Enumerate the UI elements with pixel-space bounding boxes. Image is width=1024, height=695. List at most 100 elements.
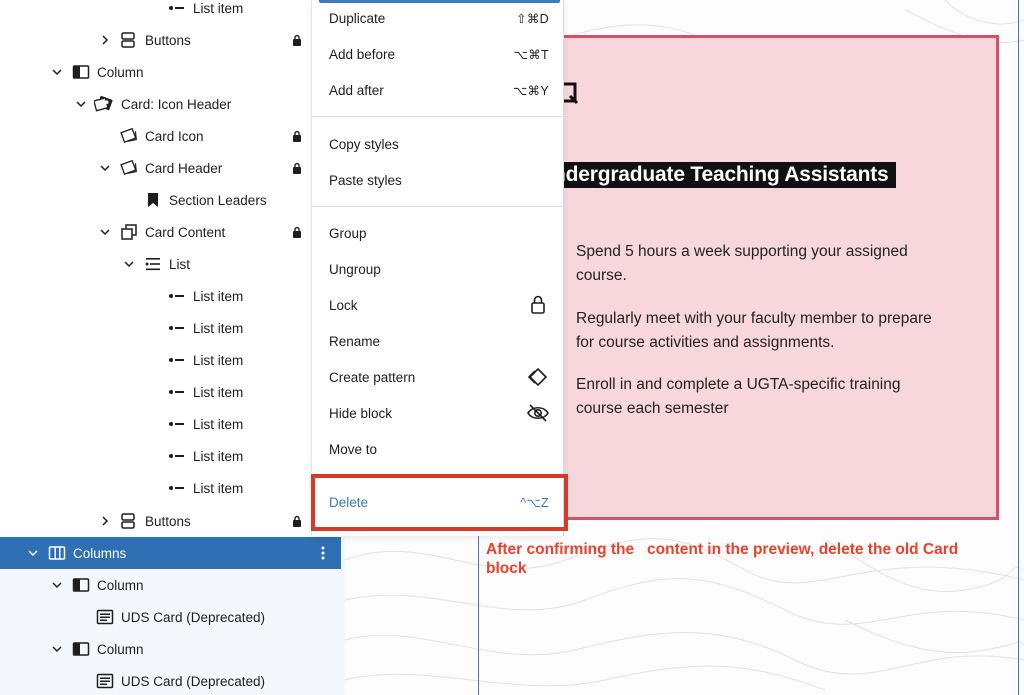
list-view-row[interactable]: Card Header: [0, 152, 345, 184]
pattern-diamond-icon: [526, 365, 550, 389]
list-view-row[interactable]: Section Leaders: [0, 184, 345, 216]
menu-item-label: Ungroup: [329, 261, 381, 277]
list-item-icon: [167, 350, 187, 370]
list-view-row[interactable]: List item: [0, 344, 345, 376]
chevron-down-icon[interactable]: [51, 66, 63, 78]
lock-icon: [291, 161, 303, 175]
menu-item-add-before[interactable]: Add before ⌥⌘T: [312, 36, 565, 72]
lock-icon: [291, 514, 303, 528]
list-view-row[interactable]: UDS Card (Deprecated): [0, 665, 345, 695]
list-view-row[interactable]: List item: [0, 408, 345, 440]
menu-item-add-after[interactable]: Add after ⌥⌘Y: [312, 72, 565, 108]
menu-item-group[interactable]: Group: [312, 215, 565, 251]
list-view-row[interactable]: Column: [0, 56, 345, 88]
menu-item-label: Create pattern: [329, 369, 416, 385]
menu-separator: [312, 206, 565, 207]
list-view-row[interactable]: Card Content: [0, 216, 345, 248]
menu-item-copy-styles[interactable]: Copy styles: [312, 126, 565, 162]
chevron-down-icon[interactable]: [75, 98, 87, 110]
list-view-row[interactable]: Card: Icon Header: [0, 88, 345, 120]
buttons-icon: [118, 30, 138, 50]
row-label: List item: [193, 384, 244, 400]
list-item-icon: [167, 414, 187, 434]
row-label: UDS Card (Deprecated): [121, 673, 266, 689]
unlock-icon: [526, 293, 550, 317]
row-label: Column: [97, 641, 144, 657]
list-view-row[interactable]: Column: [0, 569, 345, 601]
menu-item-shortcut: ⌥⌘Y: [512, 83, 549, 98]
list-view-row[interactable]: List: [0, 248, 345, 280]
list-icon: [143, 254, 163, 274]
list-view-row[interactable]: Column: [0, 633, 345, 665]
row-label: Column: [97, 577, 144, 593]
lock-icon: [291, 129, 303, 143]
menu-item-label: Hide block: [329, 405, 393, 421]
menu-item-move-to[interactable]: Move to: [312, 431, 565, 467]
list-view-panel: List item Buttons Column Card: Icon Head…: [0, 0, 345, 695]
row-label: Card Icon: [145, 128, 204, 144]
chevron-right-icon[interactable]: [99, 515, 111, 527]
row-label: UDS Card (Deprecated): [121, 609, 266, 625]
chevron-down-icon[interactable]: [27, 547, 39, 559]
list-view-row[interactable]: UDS Card (Deprecated): [0, 601, 345, 633]
list-view-row-selected[interactable]: Columns: [0, 537, 341, 569]
column-icon: [71, 62, 91, 82]
menu-item-hide-block[interactable]: Hide block: [312, 395, 565, 431]
chevron-down-icon[interactable]: [99, 162, 111, 174]
row-label: Buttons: [145, 32, 191, 48]
row-label: Columns: [73, 545, 127, 561]
row-label: Buttons: [145, 513, 191, 529]
menu-item-label: Rename: [329, 333, 381, 349]
list-view-row[interactable]: List item: [0, 0, 345, 24]
menu-item-create-pattern[interactable]: Create pattern: [312, 359, 565, 395]
menu-item-label: Add after: [329, 82, 384, 98]
options-kebab-icon[interactable]: [318, 543, 328, 563]
chevron-down-icon[interactable]: [99, 226, 111, 238]
instruction-annotation: After confirming the content in the prev…: [486, 541, 963, 577]
list-item-icon: [167, 0, 187, 18]
menu-item-rename[interactable]: Rename: [312, 323, 565, 359]
row-label: List item: [193, 320, 244, 336]
list-view-row[interactable]: List item: [0, 472, 345, 504]
eye-hidden-icon: [526, 401, 550, 425]
list-item-icon: [167, 286, 187, 306]
menu-item-lock[interactable]: Lock: [312, 287, 565, 323]
list-view-row[interactable]: List item: [0, 376, 345, 408]
row-label: List item: [193, 416, 244, 432]
list-item-icon: [167, 318, 187, 338]
row-label: Section Leaders: [169, 192, 267, 208]
row-label: Column: [97, 64, 144, 80]
buttons-icon: [118, 511, 138, 531]
menu-item-duplicate[interactable]: Duplicate ⇧⌘D: [312, 0, 565, 36]
row-label: List item: [193, 0, 244, 16]
column-icon: [71, 575, 91, 595]
list-view-row[interactable]: List item: [0, 280, 345, 312]
menu-item-ungroup[interactable]: Ungroup: [312, 251, 565, 287]
row-label: List item: [193, 288, 244, 304]
chevron-down-icon[interactable]: [51, 643, 63, 655]
menu-item-label: Move to: [329, 441, 378, 457]
list-view-row[interactable]: List item: [0, 440, 345, 472]
menu-item-shortcut: ⇧⌘D: [516, 11, 549, 26]
menu-item-paste-styles[interactable]: Paste styles: [312, 162, 565, 198]
chevron-down-icon[interactable]: [51, 579, 63, 591]
chevron-down-icon[interactable]: [123, 258, 135, 270]
card-bullet: Enroll in and complete a UGTA-specific t…: [576, 376, 901, 417]
list-view-row[interactable]: Buttons: [0, 505, 345, 537]
list-view-row[interactable]: List item: [0, 312, 345, 344]
list-view-row[interactable]: Buttons: [0, 24, 345, 56]
column-boundary-right: [1018, 0, 1019, 695]
row-label: Card Header: [145, 160, 223, 176]
menu-item-label: Copy styles: [329, 136, 399, 152]
list-item-icon: [167, 382, 187, 402]
card-block-icon: [95, 607, 115, 627]
row-label: List item: [193, 480, 244, 496]
row-label: Card: Icon Header: [121, 96, 232, 112]
menu-item-label: Group: [329, 225, 367, 241]
list-view-row[interactable]: Card Icon: [0, 120, 345, 152]
card-block-icon: [95, 671, 115, 691]
copy-icon: [119, 222, 139, 242]
row-label: List item: [193, 352, 244, 368]
chevron-right-icon[interactable]: [99, 34, 111, 46]
card-title: ndergraduate Teaching Assistants: [546, 162, 896, 188]
